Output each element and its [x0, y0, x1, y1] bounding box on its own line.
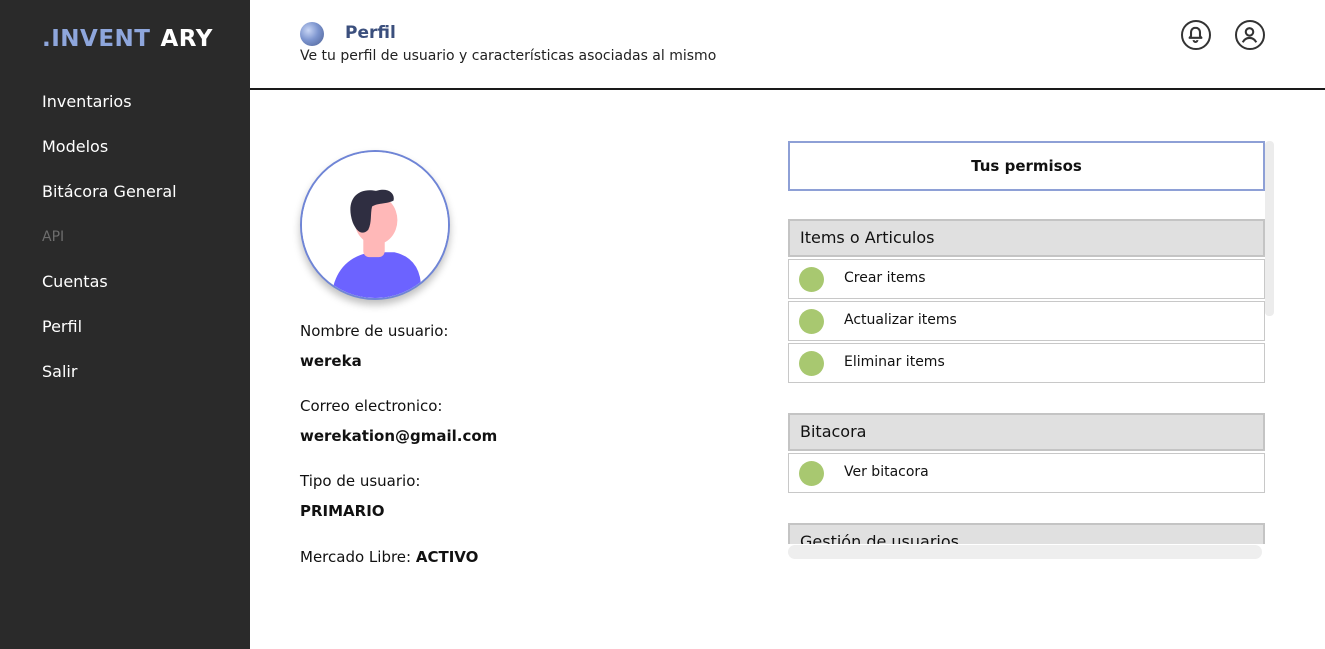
permission-label: Actualizar items — [844, 312, 957, 328]
permission-group: Gestión de usuarios — [788, 523, 1265, 544]
email-label: Correo electronico: — [300, 397, 443, 415]
status-dot-icon — [799, 309, 824, 334]
app-logo[interactable]: .INVENT ARY — [42, 26, 213, 52]
mercado-libre-label: Mercado Libre: — [300, 548, 412, 566]
permissions-list[interactable]: Items o Articulos Crear items Actualizar… — [788, 219, 1265, 544]
mercado-libre-status: Mercado Libre: ACTIVO — [300, 548, 478, 566]
status-dot-icon — [799, 461, 824, 486]
permission-group: Items o Articulos Crear items Actualizar… — [788, 219, 1265, 383]
bell-icon[interactable] — [1181, 20, 1211, 50]
user-glyph — [1241, 27, 1258, 43]
sidebar-item-cuentas[interactable]: Cuentas — [42, 270, 177, 315]
status-dot-icon — [799, 267, 824, 292]
permission-label: Eliminar items — [844, 354, 945, 370]
page-header: Perfil Ve tu perfil de usuario y caracte… — [250, 0, 1325, 90]
email-value: werekation@gmail.com — [300, 427, 498, 445]
permission-label: Crear items — [844, 270, 926, 286]
status-dot-icon — [799, 351, 824, 376]
user-type-label: Tipo de usuario: — [300, 472, 421, 490]
vertical-scrollbar[interactable] — [1265, 141, 1274, 316]
username-label: Nombre de usuario: — [300, 322, 449, 340]
sidebar-item-perfil[interactable]: Perfil — [42, 315, 177, 360]
sidebar-item-modelos[interactable]: Modelos — [42, 135, 177, 180]
user-type-value: PRIMARIO — [300, 502, 385, 520]
sidebar: .INVENT ARY Inventarios Modelos Bitácora … — [0, 0, 250, 649]
horizontal-scrollbar[interactable] — [788, 545, 1262, 559]
bell-glyph — [1188, 26, 1203, 44]
permission-group-title: Gestión de usuarios — [788, 523, 1265, 544]
avatar-illustration — [302, 152, 448, 298]
permission-group-title: Items o Articulos — [788, 219, 1265, 257]
logo-part-1: .INVENT — [42, 26, 151, 52]
permission-item: Eliminar items — [788, 343, 1265, 383]
permissions-panel: Tus permisos Items o Articulos Crear ite… — [788, 141, 1275, 561]
permissions-title: Tus permisos — [788, 141, 1265, 191]
username-value: wereka — [300, 352, 362, 370]
permission-group: Bitacora Ver bitacora — [788, 413, 1265, 493]
sidebar-item-api: API — [42, 229, 65, 245]
page-title: Perfil — [345, 23, 396, 43]
page-indicator-icon — [300, 22, 324, 46]
logo-part-2: ARY — [160, 26, 213, 52]
profile-avatar — [300, 150, 450, 300]
mercado-libre-value: ACTIVO — [415, 548, 479, 566]
sidebar-nav: Inventarios Modelos Bitácora General API… — [42, 90, 177, 405]
permission-label: Ver bitacora — [844, 464, 929, 480]
user-circle-icon[interactable] — [1235, 20, 1265, 50]
permission-item: Actualizar items — [788, 301, 1265, 341]
permission-item: Ver bitacora — [788, 453, 1265, 493]
sidebar-item-inventarios[interactable]: Inventarios — [42, 90, 177, 135]
sidebar-item-bitacora-general[interactable]: Bitácora General — [42, 180, 177, 225]
permission-group-title: Bitacora — [788, 413, 1265, 451]
sidebar-item-salir[interactable]: Salir — [42, 360, 177, 405]
page-subtitle: Ve tu perfil de usuario y característica… — [300, 48, 717, 64]
permission-item: Crear items — [788, 259, 1265, 299]
